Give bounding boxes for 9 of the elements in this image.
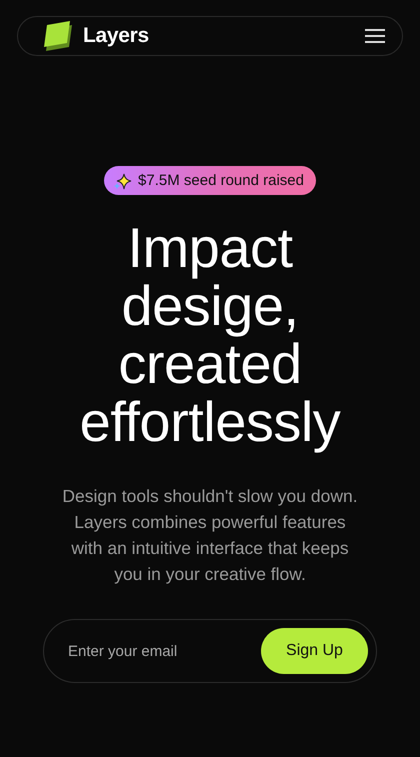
email-field[interactable]: Enter your email Sign Up bbox=[43, 619, 377, 683]
badge-text: $7.5M seed round raised bbox=[138, 172, 304, 189]
menu-icon[interactable] bbox=[364, 27, 386, 45]
headline: Impact desige, created effortlessly bbox=[78, 219, 342, 451]
description: Design tools shouldn't slow you down. Layers combines powerful features with an intuitive interface that keeps you in your creative flow. bbox=[61, 485, 359, 586]
sparkle-icon bbox=[114, 172, 132, 190]
logo-icon bbox=[41, 21, 75, 51]
sign-up-button[interactable]: Sign Up bbox=[261, 628, 368, 674]
brand-name: Layers bbox=[83, 24, 149, 48]
